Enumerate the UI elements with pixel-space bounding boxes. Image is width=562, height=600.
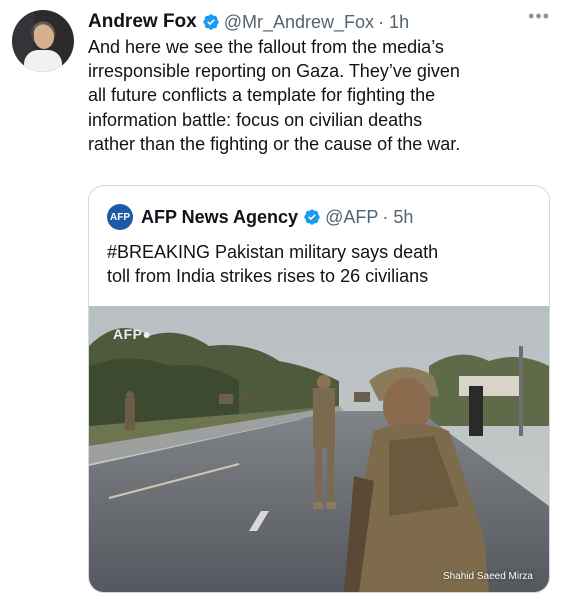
photo-credit: Shahid Saeed Mirza <box>442 571 533 582</box>
quoted-author-name[interactable]: AFP News Agency <box>141 207 298 228</box>
avatar-face <box>34 25 54 49</box>
afp-watermark: AFP● <box>113 326 152 342</box>
author-name[interactable]: Andrew Fox <box>88 11 197 33</box>
avatar-shirt <box>24 50 62 72</box>
tweet-header: Andrew Fox @Mr_Andrew_Fox · 1h <box>88 8 550 36</box>
quoted-tweet-text: #BREAKING Pakistan military says death t… <box>107 242 439 286</box>
road-scene-illustration <box>89 306 549 592</box>
author-handle[interactable]: @Mr_Andrew_Fox <box>224 12 374 33</box>
quoted-tweet-time[interactable]: · 5h <box>382 207 413 228</box>
quoted-tweet-card[interactable]: AFP AFP News Agency @AFP · 5h #BREAKING … <box>88 185 550 593</box>
afp-logo-icon: AFP <box>107 204 133 230</box>
tweet-text: And here we see the fallout from the med… <box>88 37 461 154</box>
author-avatar[interactable] <box>12 10 74 72</box>
quoted-tweet-photo[interactable]: AFP● Shahid Saeed Mirza <box>89 306 549 592</box>
quoted-tweet-header: AFP AFP News Agency @AFP · 5h <box>107 204 413 230</box>
tweet-time[interactable]: · 1h <box>378 12 409 33</box>
quoted-author-handle[interactable]: @AFP <box>325 207 378 228</box>
more-options-icon[interactable]: ••• <box>528 6 550 27</box>
verified-badge-icon <box>203 14 219 30</box>
verified-badge-icon <box>304 209 320 225</box>
